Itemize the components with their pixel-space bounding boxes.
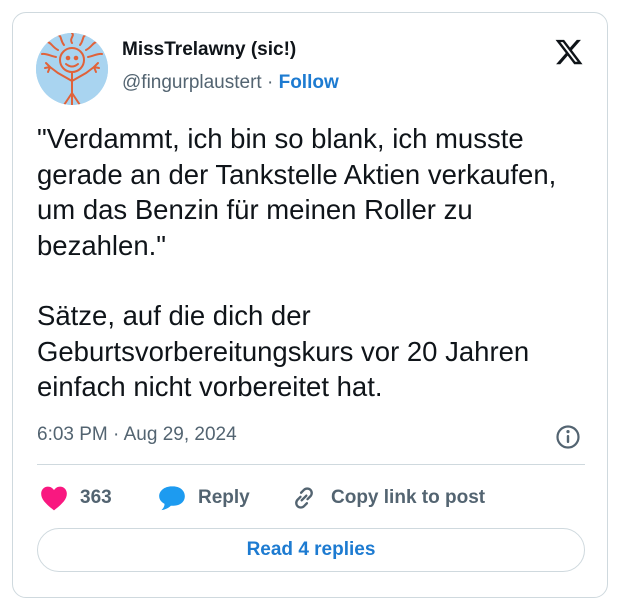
timestamp-separator: · [113,424,120,445]
avatar-drawing [36,33,108,105]
tweet-date: Aug 29, 2024 [123,424,237,445]
author-handle[interactable]: @fingurplaustert [122,72,262,93]
reply-button[interactable]: Reply [158,483,250,513]
read-replies-button[interactable]: Read 4 replies [37,528,585,572]
copy-link-button[interactable]: Copy link to post [289,483,485,513]
timestamp[interactable]: 6:03 PM · Aug 29, 2024 [37,424,237,446]
tweet-card: MissTrelawny (sic!) @fingurplaustert · F… [12,12,608,598]
copy-link-label: Copy link to post [331,487,486,508]
action-bar: 363 Reply Copy link to post [13,483,607,513]
link-icon [295,487,313,509]
tweet-time: 6:03 PM [37,424,108,445]
author-handle-row: @fingurplaustert · Follow [122,72,339,94]
separator-dot: · [266,72,274,93]
speech-bubble-icon [159,486,185,511]
info-icon[interactable] [555,424,581,450]
reply-label: Reply [198,487,250,508]
author-name[interactable]: MissTrelawny (sic!) [122,39,296,61]
tweet-text: "Verdammt, ich bin so blank, ich musste … [37,121,597,405]
x-logo-icon[interactable] [554,37,584,67]
tweet-paragraph-1: "Verdammt, ich bin so blank, ich musste … [37,123,557,261]
tweet-paragraph-2: Sätze, auf die dich der Geburtsvorbereit… [37,300,530,402]
like-button[interactable]: 363 [40,483,112,513]
avatar[interactable] [36,33,108,105]
follow-button[interactable]: Follow [279,72,339,93]
heart-icon [41,486,67,511]
divider [37,464,585,465]
likes-count: 363 [80,487,112,508]
